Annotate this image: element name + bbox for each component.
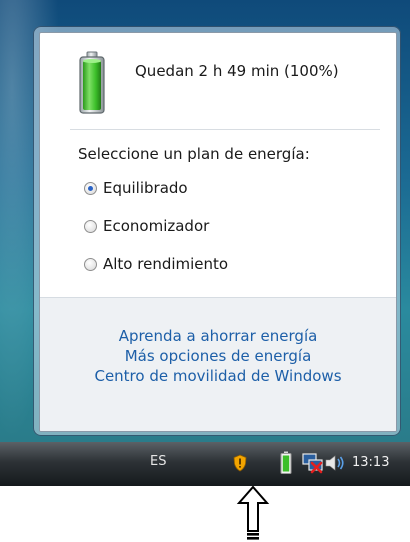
taskbar: ES 13:13 xyxy=(0,442,410,486)
plan-label: Economizador xyxy=(103,217,210,235)
plan-economizador[interactable]: Economizador xyxy=(84,217,209,235)
link-centro-movilidad[interactable]: Centro de movilidad de Windows xyxy=(40,366,396,386)
plan-label: Equilibrado xyxy=(103,179,188,197)
battery-status-text: Quedan 2 h 49 min (100%) xyxy=(135,62,339,80)
plan-alto-rendimiento[interactable]: Alto rendimiento xyxy=(84,255,228,273)
link-mas-opciones[interactable]: Más opciones de energía xyxy=(40,346,396,366)
radio-selected[interactable] xyxy=(84,181,97,195)
radio-unselected[interactable] xyxy=(84,219,97,233)
up-arrow-icon xyxy=(236,486,270,540)
links-section: Aprenda a ahorrar energía Más opciones d… xyxy=(40,297,396,431)
power-flyout: Quedan 2 h 49 min (100%) Seleccione un p… xyxy=(33,26,401,436)
language-indicator[interactable]: ES xyxy=(150,454,166,469)
volume-icon[interactable] xyxy=(324,453,346,473)
radio-unselected[interactable] xyxy=(84,257,97,271)
power-flyout-panel: Quedan 2 h 49 min (100%) Seleccione un p… xyxy=(39,32,397,432)
battery-large-icon xyxy=(79,51,105,114)
battery-icon[interactable] xyxy=(280,451,292,474)
power-plan-heading: Seleccione un plan de energía: xyxy=(78,145,310,163)
network-disconnected-icon[interactable] xyxy=(302,452,324,474)
battery-status-section: Quedan 2 h 49 min (100%) xyxy=(40,33,396,129)
clock[interactable]: 13:13 xyxy=(352,455,389,470)
plan-equilibrado[interactable]: Equilibrado xyxy=(84,179,188,197)
plan-label: Alto rendimiento xyxy=(103,255,229,273)
divider xyxy=(70,129,380,130)
link-ahorrar-energia[interactable]: Aprenda a ahorrar energía xyxy=(40,326,396,346)
shield-icon[interactable] xyxy=(233,454,247,472)
